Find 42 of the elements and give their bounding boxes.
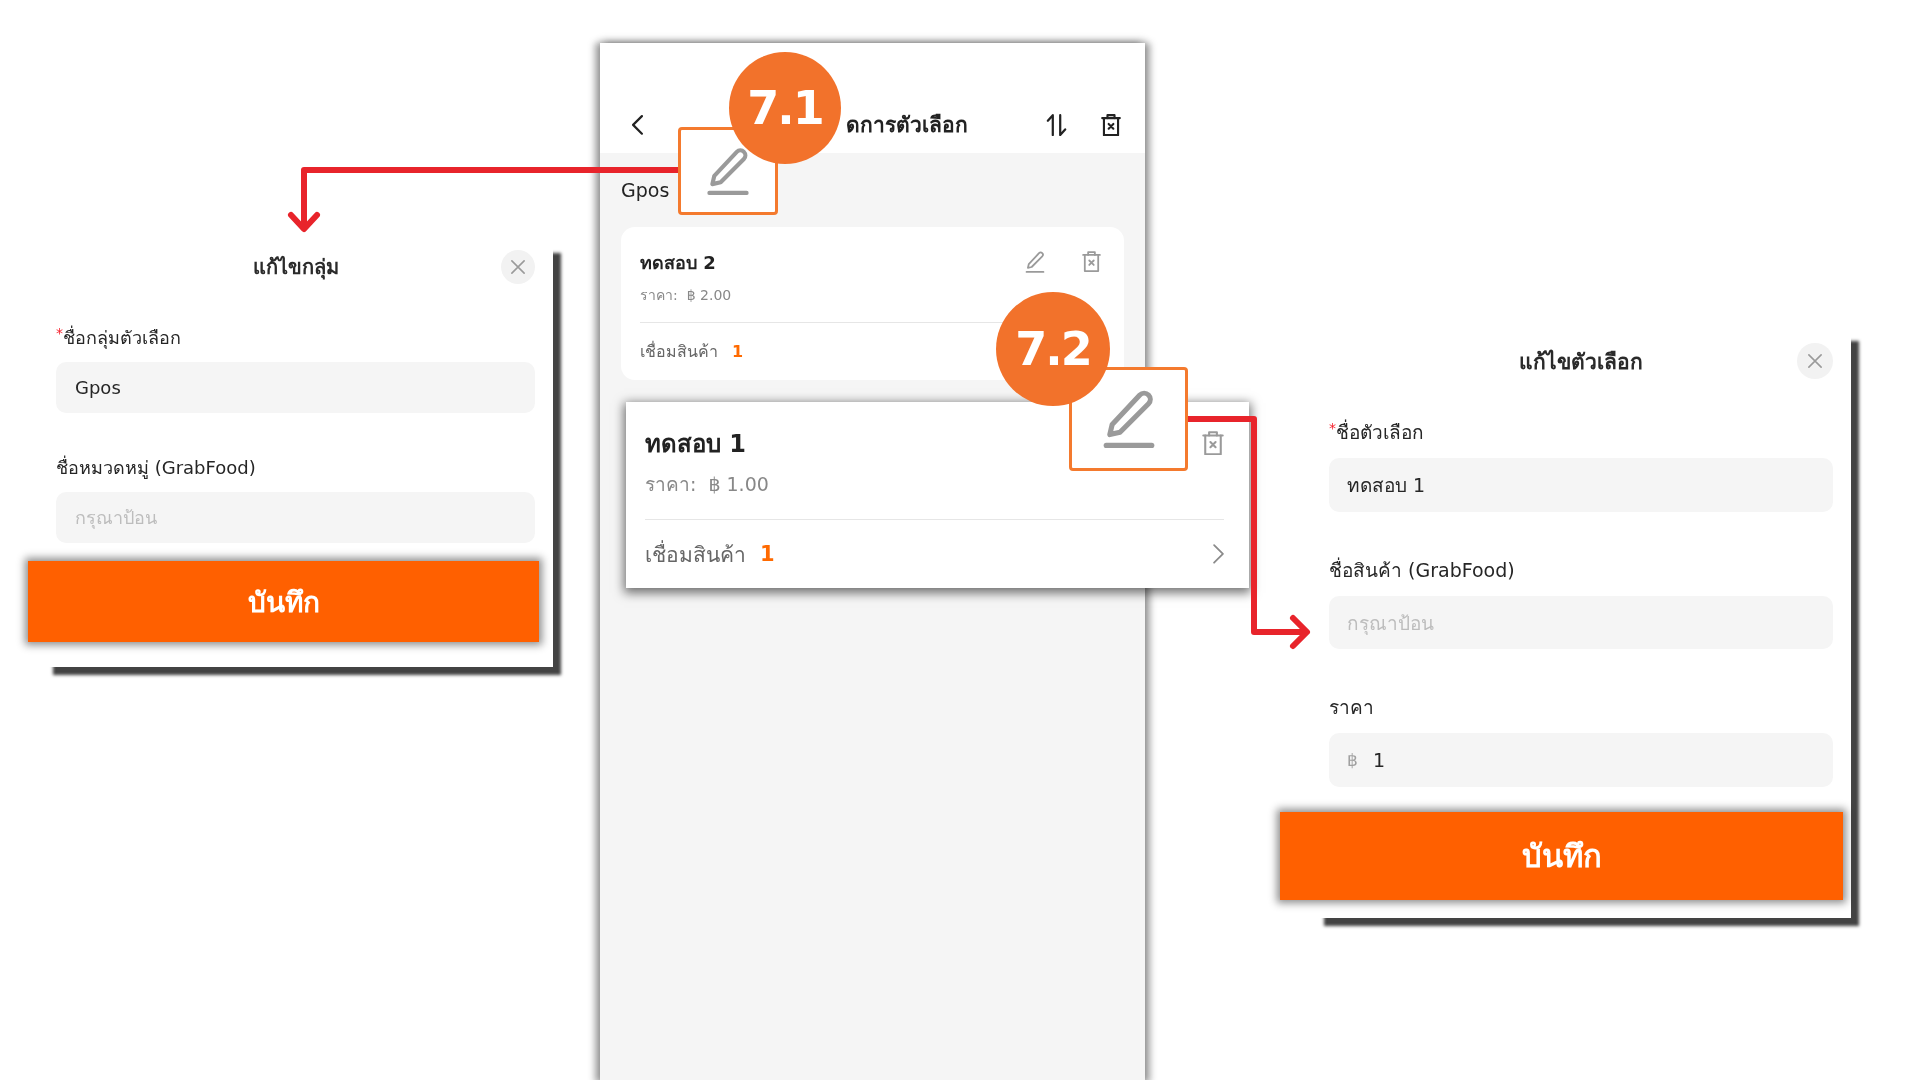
edit-button[interactable] (1024, 248, 1046, 276)
back-icon (631, 115, 643, 135)
screen-title: ดการตัวเลือก (846, 112, 968, 139)
edit-button[interactable] (1069, 367, 1188, 471)
linked-count: 1 (760, 542, 775, 566)
pencil-icon (1101, 389, 1156, 449)
close-icon (1808, 354, 1822, 368)
text-input[interactable]: กรุณาป้อน (56, 492, 535, 543)
text-input[interactable]: กรุณาป้อน (1329, 596, 1833, 649)
field-label: ชื่อกลุ่มตัวเลือก (63, 324, 181, 351)
dialog-title: แก้ไขตัวเลือก (1519, 348, 1643, 376)
field-label: ราคา (1329, 695, 1374, 720)
text-input[interactable]: Gpos (56, 362, 535, 413)
price-value: ฿ 2.00 (686, 287, 732, 303)
text-input[interactable]: ทดสอบ 1 (1329, 458, 1833, 512)
field-label: ชื่อสินค้า (GrabFood) (1329, 556, 1515, 583)
group-name: Gpos (621, 178, 670, 202)
field-label: ชื่อหมวดหมู่ (GrabFood) (56, 454, 256, 481)
option-name: ทดสอบ 2 (640, 250, 716, 275)
required-mark: * (1329, 421, 1336, 435)
currency-symbol: ฿ (1347, 750, 1358, 770)
required-mark: * (56, 326, 63, 340)
trash-icon (1081, 251, 1101, 273)
close-button[interactable] (1797, 343, 1833, 379)
linked-products-label: เชื่อมสินค้า (640, 340, 718, 363)
trash-icon (1202, 430, 1224, 456)
linked-count: 1 (732, 342, 744, 361)
price-label: ราคา: (640, 286, 678, 305)
pencil-icon (706, 146, 750, 196)
sort-button[interactable] (1045, 111, 1067, 139)
price-label: ราคา: (645, 472, 697, 497)
trash-icon (1101, 113, 1121, 137)
delete-button[interactable] (1100, 111, 1122, 139)
chevron-right-icon (1213, 544, 1224, 564)
close-button[interactable] (501, 250, 535, 284)
pencil-icon (1025, 250, 1045, 274)
linked-products-label: เชื่อมสินค้า (645, 539, 746, 569)
dialog-title: แก้ไขกลุ่ม (252, 254, 339, 282)
option-name: ทดสอบ 1 (645, 428, 747, 460)
price-value: ฿ 1.00 (708, 473, 769, 495)
field-label: ชื่อตัวเลือก (1336, 418, 1424, 445)
close-icon (511, 260, 525, 274)
